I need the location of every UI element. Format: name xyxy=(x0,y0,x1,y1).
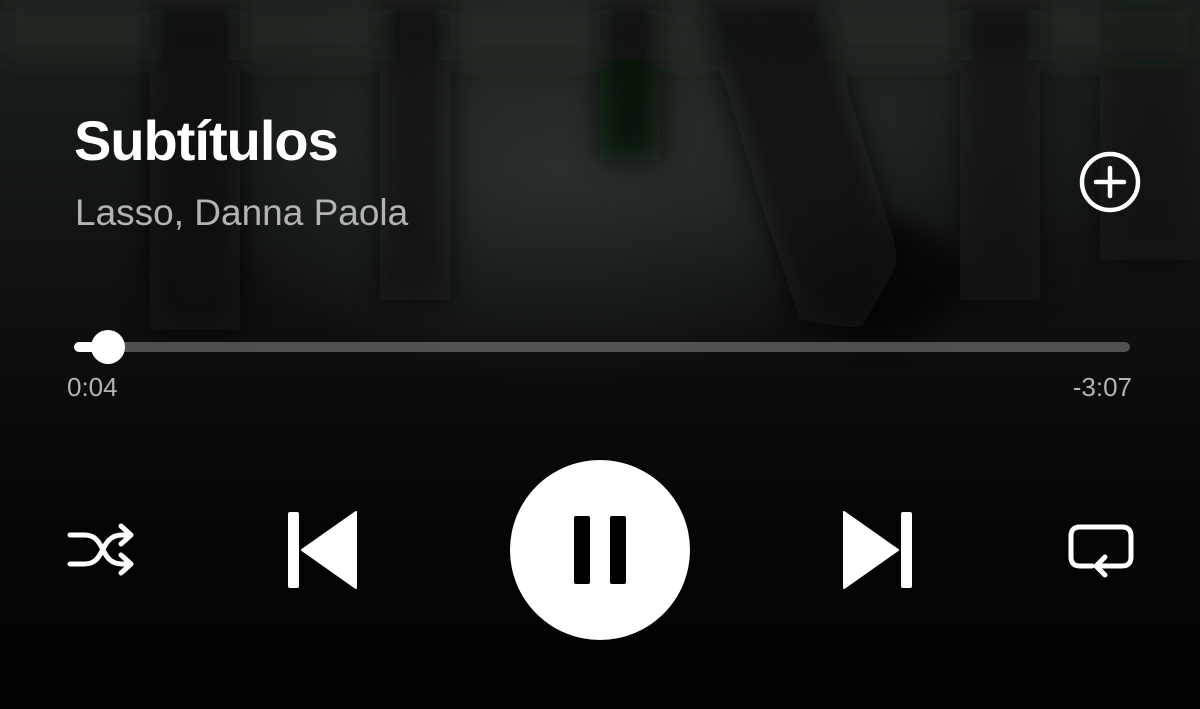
remaining-time: -3:07 xyxy=(1072,372,1132,402)
repeat-icon xyxy=(1068,524,1134,578)
play-pause-button[interactable] xyxy=(510,460,690,640)
repeat-button[interactable] xyxy=(1064,518,1138,582)
song-title[interactable]: Subtítulos xyxy=(74,108,339,173)
progress-slider[interactable] xyxy=(74,330,1130,364)
add-circle-icon xyxy=(1079,151,1141,213)
shuffle-icon xyxy=(67,523,134,576)
add-to-library-button[interactable] xyxy=(1076,148,1144,216)
pause-icon xyxy=(574,516,626,584)
song-artist[interactable]: Lasso, Danna Paola xyxy=(75,192,408,234)
progress-thumb[interactable] xyxy=(91,330,126,364)
progress-track xyxy=(74,342,1130,352)
elapsed-time: 0:04 xyxy=(67,372,118,402)
skip-previous-icon xyxy=(288,511,357,589)
shuffle-button[interactable] xyxy=(64,518,140,582)
skip-next-icon xyxy=(843,511,912,589)
next-track-button[interactable] xyxy=(838,508,918,592)
now-playing-screen: Subtítulos Lasso, Danna Paola 0:04 -3:07 xyxy=(0,0,1200,709)
previous-track-button[interactable] xyxy=(282,508,362,592)
